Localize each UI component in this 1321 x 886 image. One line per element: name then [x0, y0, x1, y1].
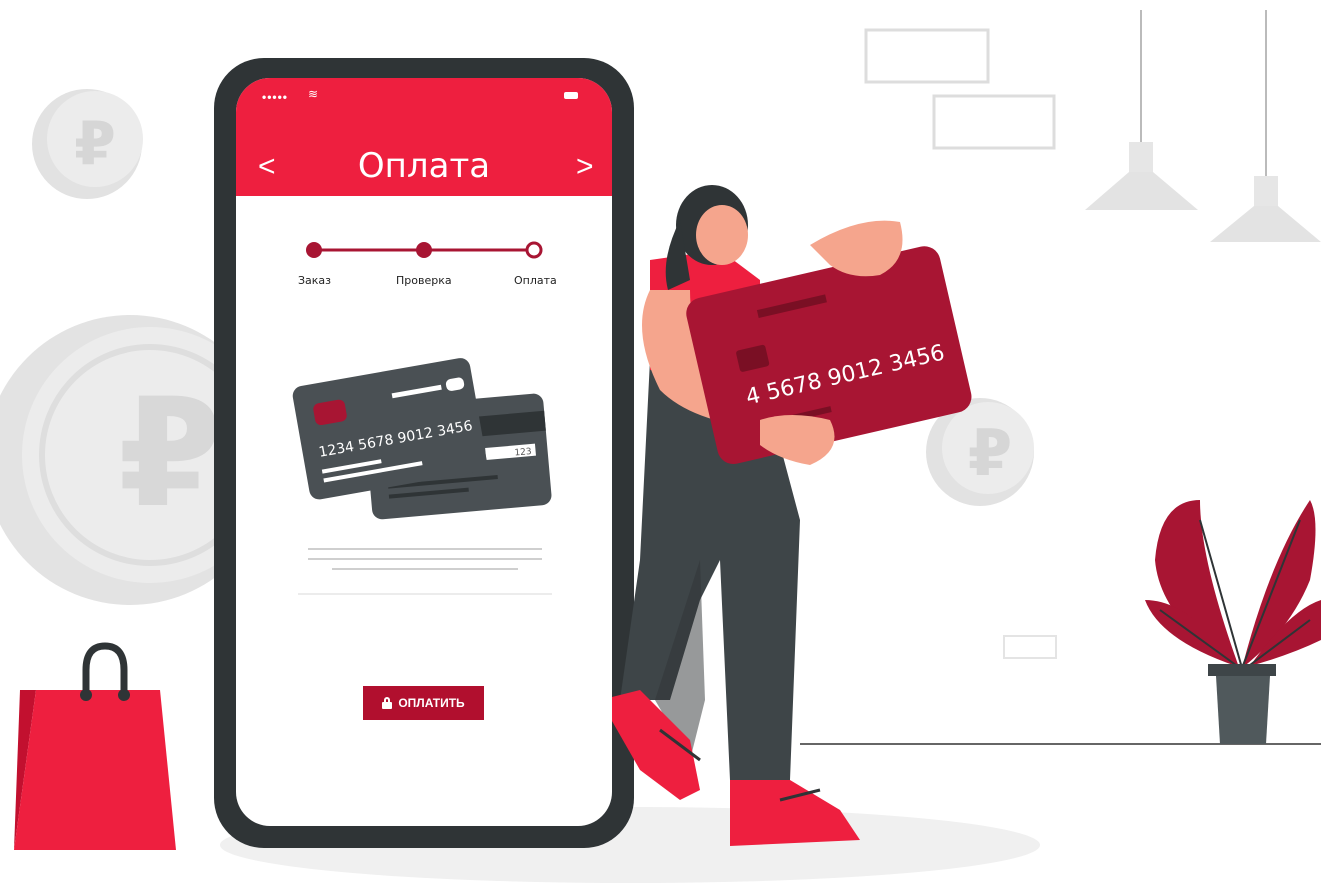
wall-frame [864, 28, 990, 84]
svg-text:₽: ₽ [74, 109, 116, 179]
shopping-bag-icon [14, 642, 176, 850]
step-label-order: Заказ [298, 274, 332, 287]
battery-icon [564, 92, 578, 99]
page-title: Оплата [357, 146, 491, 186]
phone-header: ••••• ≋ < Оплата > [236, 78, 612, 196]
pay-button[interactable]: ОПЛАТИТЬ [363, 686, 484, 720]
pay-button-label: ОПЛАТИТЬ [398, 696, 465, 710]
svg-text:1234 5678 9012 3456: 1234 5678 9012 3456 [318, 418, 474, 461]
background-art: ₽ ₽ ₽ 4 5678 9012 3456 [0, 10, 1321, 883]
wifi-icon: ≋ [308, 87, 319, 101]
pendant-lamp-icon [1085, 10, 1198, 210]
lock-icon [382, 697, 393, 709]
woman-figure: 4 5678 9012 3456 [600, 185, 972, 846]
step-dot-order [306, 242, 322, 258]
signal-icon: ••••• [262, 90, 289, 104]
ruble-coin-icon: ₽ [32, 89, 143, 199]
plant-icon [1145, 500, 1321, 744]
card-back [364, 393, 552, 520]
svg-text:₽: ₽ [968, 417, 1013, 491]
step-label-payment: Оплата [514, 274, 557, 287]
phone-screen: ••••• ≋ < Оплата > 123 1234 5678 9012 34… [236, 78, 612, 826]
pendant-lamp-icon [1210, 10, 1321, 242]
card-front [292, 358, 487, 500]
wall-socket [1003, 635, 1057, 659]
payment-illustration: ₽ ₽ ₽ 4 5678 9012 3456 ••••• ≋ < Оплата … [0, 0, 1321, 886]
svg-text:123: 123 [514, 447, 532, 458]
step-label-check: Проверка [396, 274, 452, 287]
wall-frame [932, 94, 1056, 150]
svg-text:₽: ₽ [118, 367, 222, 541]
step-dot-payment [525, 241, 543, 259]
step-dot-check [416, 242, 432, 258]
chevron-right-icon[interactable]: > [576, 152, 594, 182]
